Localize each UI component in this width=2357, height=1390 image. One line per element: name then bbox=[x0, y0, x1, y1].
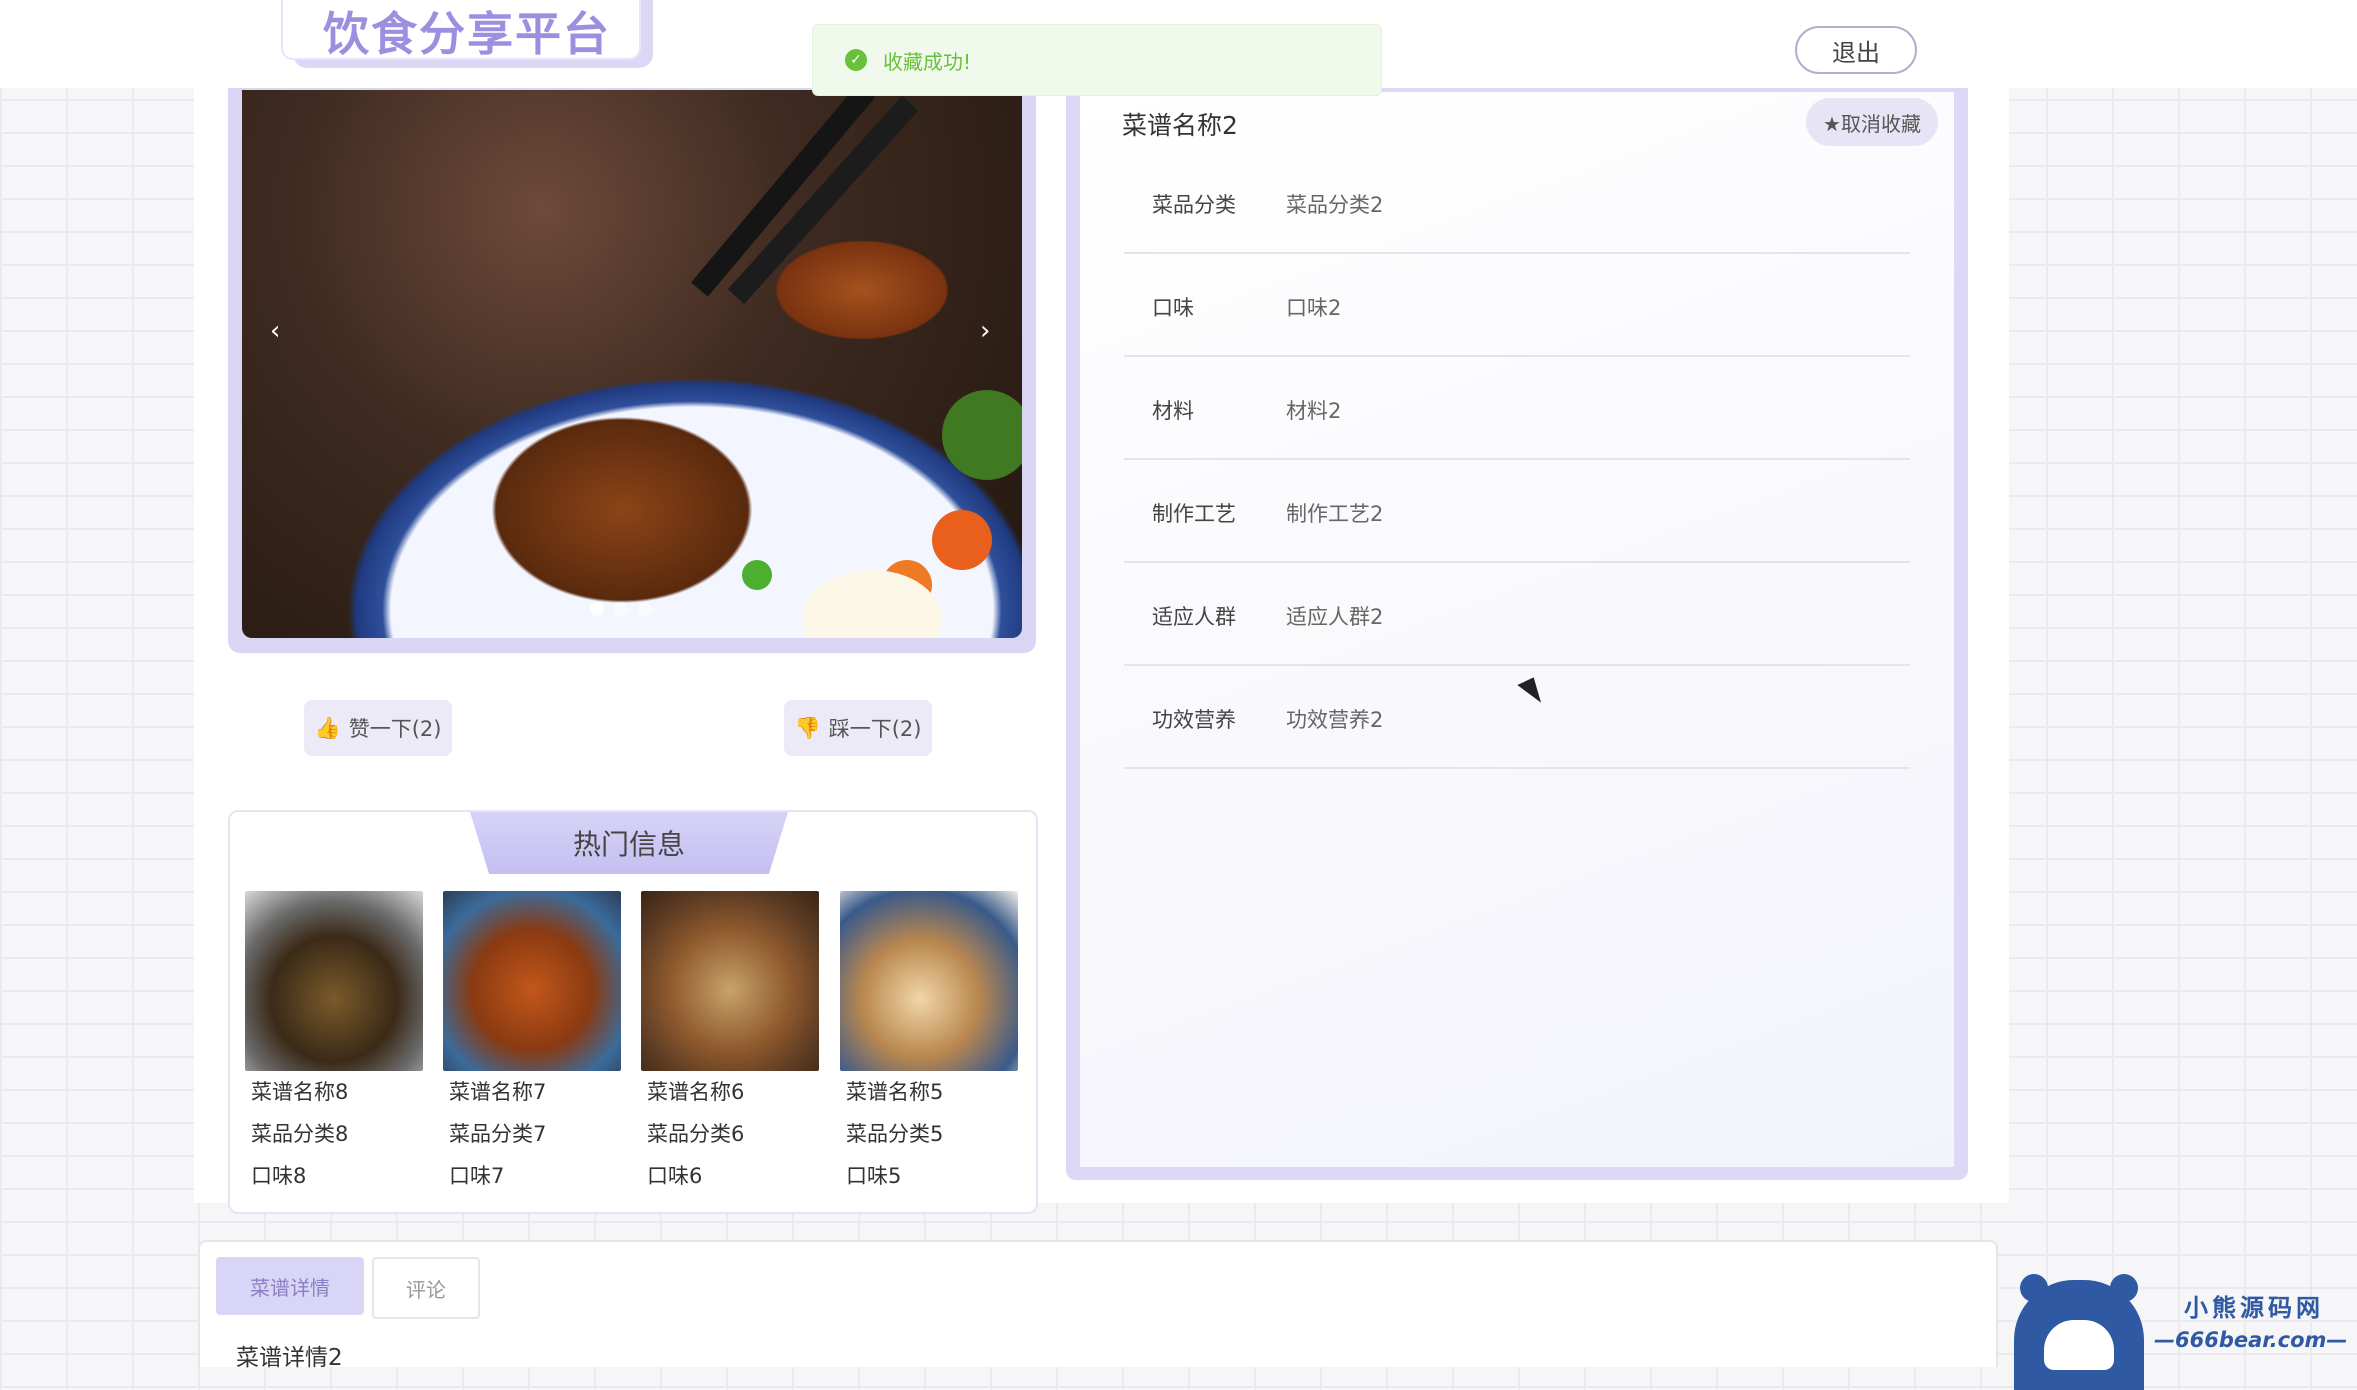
hot-item-image[interactable] bbox=[245, 891, 423, 1071]
food-image-detail bbox=[691, 90, 875, 297]
hot-item-category: 菜品分类7 bbox=[449, 1122, 547, 1146]
field-label: 适应人群 bbox=[1152, 605, 1236, 629]
dislike-button[interactable]: 👎 踩一下(2) bbox=[784, 700, 932, 756]
site-logo[interactable]: 饮食分享平台 bbox=[281, 0, 641, 61]
tab-recipe-detail[interactable]: 菜谱详情 bbox=[216, 1257, 364, 1315]
field-value: 功效营养2 bbox=[1286, 708, 1384, 732]
carousel-dot[interactable] bbox=[614, 602, 628, 616]
hot-item-category: 菜品分类5 bbox=[846, 1122, 944, 1146]
carousel-next-arrow[interactable]: › bbox=[980, 316, 990, 346]
field-value: 适应人群2 bbox=[1286, 605, 1384, 629]
logout-button[interactable]: 退出 bbox=[1795, 26, 1917, 74]
tab-comments[interactable]: 评论 bbox=[372, 1257, 480, 1319]
hot-item-image[interactable] bbox=[641, 891, 819, 1071]
recipe-field-row: 菜品分类 菜品分类2 bbox=[1124, 149, 1910, 254]
bear-ear bbox=[2110, 1274, 2138, 1302]
thumbs-up-icon: 👍 bbox=[314, 715, 341, 740]
food-image-detail bbox=[942, 390, 1022, 480]
field-label: 菜品分类 bbox=[1152, 193, 1236, 217]
carousel-indicators bbox=[590, 602, 652, 616]
watermark-name: 小熊源码网 bbox=[2184, 1294, 2324, 1322]
success-toast: ✓ 收藏成功! bbox=[812, 24, 1382, 96]
field-label: 口味 bbox=[1152, 296, 1194, 320]
watermark-logo: 小熊源码网 —666bear.com— bbox=[2004, 1270, 2357, 1390]
recipe-name: 菜谱名称2 bbox=[1122, 111, 1238, 140]
recipe-field-row: 适应人群 适应人群2 bbox=[1124, 561, 1910, 666]
check-circle-icon: ✓ bbox=[845, 49, 867, 71]
unfavorite-button[interactable]: ★取消收藏 bbox=[1806, 98, 1938, 146]
like-button[interactable]: 👍 赞一下(2) bbox=[304, 700, 452, 756]
food-image-detail bbox=[742, 560, 772, 590]
hot-item-card[interactable]: 菜谱名称8 菜品分类8 口味8 bbox=[245, 891, 423, 1197]
hot-item-image[interactable] bbox=[443, 891, 621, 1071]
food-image-detail bbox=[932, 510, 992, 570]
hot-item-taste: 口味8 bbox=[251, 1164, 307, 1188]
field-value: 材料2 bbox=[1286, 399, 1342, 423]
hot-info-title: 热门信息 bbox=[572, 828, 685, 861]
recipe-field-row: 制作工艺 制作工艺2 bbox=[1124, 458, 1910, 563]
recipe-field-row: 口味 口味2 bbox=[1124, 252, 1910, 357]
watermark-url: —666bear.com— bbox=[2154, 1328, 2348, 1352]
recipe-field-row: 功效营养 功效营养2 bbox=[1124, 664, 1910, 769]
bear-face bbox=[2044, 1320, 2114, 1370]
like-label: 赞一下(2) bbox=[348, 717, 442, 741]
bear-mascot-icon bbox=[2014, 1274, 2144, 1390]
carousel-prev-arrow[interactable]: ‹ bbox=[270, 316, 280, 346]
hot-item-card[interactable]: 菜谱名称5 菜品分类5 口味5 bbox=[840, 891, 1018, 1197]
field-label: 功效营养 bbox=[1152, 708, 1236, 732]
field-label: 材料 bbox=[1152, 399, 1194, 423]
recipe-field-row: 材料 材料2 bbox=[1124, 355, 1910, 460]
recipe-detail-text: 菜谱详情2 bbox=[236, 1345, 343, 1371]
hot-item-image[interactable] bbox=[840, 891, 1018, 1071]
hot-item-card[interactable]: 菜谱名称6 菜品分类6 口味6 bbox=[641, 891, 819, 1197]
hot-item-category: 菜品分类6 bbox=[647, 1122, 745, 1146]
hot-item-category: 菜品分类8 bbox=[251, 1122, 349, 1146]
hot-item-name: 菜谱名称8 bbox=[251, 1080, 349, 1104]
field-value: 制作工艺2 bbox=[1286, 502, 1384, 526]
bear-ear bbox=[2020, 1274, 2048, 1302]
hot-item-taste: 口味6 bbox=[647, 1164, 703, 1188]
image-carousel[interactable]: ‹ › bbox=[242, 90, 1022, 638]
carousel-dot[interactable] bbox=[590, 602, 604, 616]
field-value: 口味2 bbox=[1286, 296, 1342, 320]
toast-message: 收藏成功! bbox=[883, 49, 972, 74]
hot-item-taste: 口味5 bbox=[846, 1164, 902, 1188]
hot-item-name: 菜谱名称5 bbox=[846, 1080, 944, 1104]
field-value: 菜品分类2 bbox=[1286, 193, 1384, 217]
hot-item-name: 菜谱名称6 bbox=[647, 1080, 745, 1104]
carousel-dot[interactable] bbox=[638, 602, 652, 616]
hot-item-taste: 口味7 bbox=[449, 1164, 505, 1188]
hot-item-name: 菜谱名称7 bbox=[449, 1080, 547, 1104]
thumbs-down-icon: 👎 bbox=[794, 715, 821, 740]
hot-item-card[interactable]: 菜谱名称7 菜品分类7 口味7 bbox=[443, 891, 621, 1197]
dislike-label: 踩一下(2) bbox=[828, 717, 922, 741]
site-title: 饮食分享平台 bbox=[323, 7, 611, 61]
field-label: 制作工艺 bbox=[1152, 502, 1236, 526]
